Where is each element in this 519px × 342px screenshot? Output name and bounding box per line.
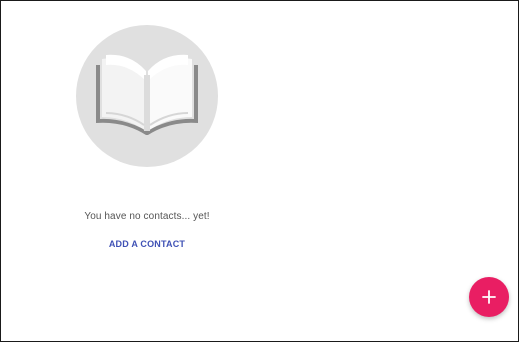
app-window: You have no contacts... yet! ADD A CONTA…	[0, 0, 519, 342]
add-contact-link[interactable]: ADD A CONTACT	[109, 239, 185, 249]
open-book-icon	[76, 25, 218, 167]
empty-state-message: You have no contacts... yet!	[84, 211, 210, 222]
plus-icon	[482, 290, 496, 304]
empty-state-illustration	[76, 25, 218, 167]
empty-state: You have no contacts... yet! ADD A CONTA…	[41, 25, 253, 249]
add-contact-fab[interactable]	[469, 277, 509, 317]
